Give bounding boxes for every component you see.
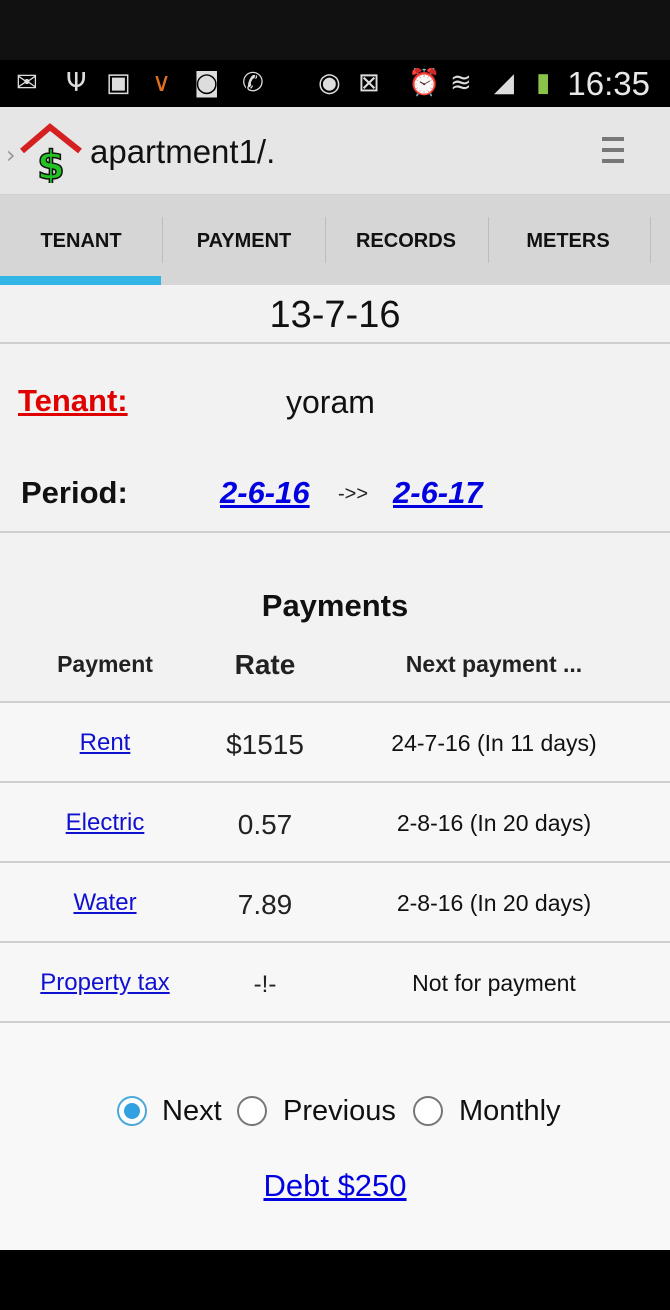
payment-link-water[interactable]: Water — [0, 863, 210, 943]
period-start-link[interactable]: 2-6-16 — [220, 475, 310, 511]
tenant-page: 13-7-16 Tenant: yoram Period: 2-6-16 ->>… — [0, 285, 670, 1250]
next-payment: 24-7-16 (In 11 days) — [391, 730, 597, 756]
wifi-icon: ≋ — [450, 68, 472, 98]
voicemail-icon: ◙ — [194, 68, 220, 98]
tab-records[interactable]: RECORDS — [325, 195, 487, 285]
svg-text:›: › — [6, 141, 16, 169]
payment-rate: $1515 — [226, 729, 304, 760]
image-icon: ▣ — [106, 68, 131, 98]
eye-icon: ◉ — [318, 68, 341, 98]
tab-tenant[interactable]: TENANT — [0, 195, 162, 285]
status-time: 16:35 — [567, 65, 650, 102]
payment-link-electric[interactable]: Electric — [0, 783, 210, 863]
payment-link-property-tax[interactable]: Property tax — [0, 943, 210, 1023]
usb-icon: Ψ — [66, 68, 87, 98]
nfc-icon: ⊠ — [358, 68, 380, 98]
current-date: 13-7-16 — [269, 294, 401, 336]
top-black-bar — [0, 0, 670, 60]
radio-next[interactable] — [117, 1096, 147, 1126]
column-header-next-payment: Next payment ... — [405, 651, 583, 677]
period-arrow: ->> — [338, 483, 369, 505]
radio-monthly-label[interactable]: Monthly — [459, 1095, 561, 1128]
status-bar: ✉ Ψ ▣ ∨ ◙ ✆ ◉ ⊠ ⏰ ≋ ◢ ▮ 16:35 — [0, 60, 670, 107]
bottom-black-bar — [0, 1250, 670, 1310]
next-payment: 2-8-16 (In 20 days) — [396, 810, 592, 836]
period-end-link[interactable]: 2-6-17 — [393, 475, 483, 511]
tenant-label[interactable]: Tenant: — [18, 383, 128, 419]
payment-rate: -!- — [253, 971, 277, 998]
next-payment: 2-8-16 (In 20 days) — [396, 890, 592, 916]
battery-icon: ▮ — [536, 68, 551, 98]
payment-link-rent[interactable]: Rent — [0, 703, 210, 783]
alarm-icon: ⏰ — [408, 68, 441, 98]
view-mode-radio-group: Next Previous Monthly — [0, 1090, 670, 1140]
house-dollar-icon[interactable]: › $ — [6, 121, 84, 183]
period-label: Period: — [21, 475, 128, 510]
payment-rate: 0.57 — [237, 809, 293, 840]
table-row: Electric 0.57 2-8-16 (In 20 days) — [0, 783, 670, 863]
payment-rate: 7.89 — [237, 889, 293, 920]
svg-text:$: $ — [37, 143, 65, 183]
tab-payment[interactable]: PAYMENT — [163, 195, 325, 285]
check-icon: ∨ — [152, 68, 172, 98]
table-row: Property tax -!- Not for payment — [0, 943, 670, 1023]
table-row: Rent $1515 24-7-16 (In 11 days) — [0, 703, 670, 783]
tab-divider — [650, 217, 651, 263]
divider — [0, 531, 670, 533]
mail-icon: ✉ — [16, 68, 38, 98]
table-row: Water 7.89 2-8-16 (In 20 days) — [0, 863, 670, 943]
payments-title: Payments — [261, 588, 409, 623]
app-title: apartment1/. — [90, 133, 276, 170]
tab-meters[interactable]: METERS — [487, 195, 649, 285]
column-header-payment: Payment — [57, 651, 153, 677]
action-bar: › $ apartment1/. — [0, 107, 670, 195]
phone-icon: ✆ — [242, 68, 264, 98]
debt-link[interactable]: Debt $250 — [0, 1168, 670, 1204]
radio-previous[interactable] — [237, 1096, 267, 1126]
selected-tab-indicator — [0, 276, 161, 285]
next-payment: Not for payment — [412, 970, 576, 996]
radio-previous-label[interactable]: Previous — [283, 1095, 396, 1128]
column-header-rate: Rate — [234, 649, 296, 680]
tenant-name: yoram — [286, 384, 375, 420]
divider — [0, 342, 670, 344]
overflow-menu-icon[interactable] — [602, 137, 624, 165]
radio-next-label[interactable]: Next — [162, 1095, 222, 1128]
tab-bar: TENANT PAYMENT RECORDS METERS — [0, 195, 670, 285]
signal-icon: ◢ — [494, 68, 514, 98]
radio-monthly[interactable] — [413, 1096, 443, 1126]
